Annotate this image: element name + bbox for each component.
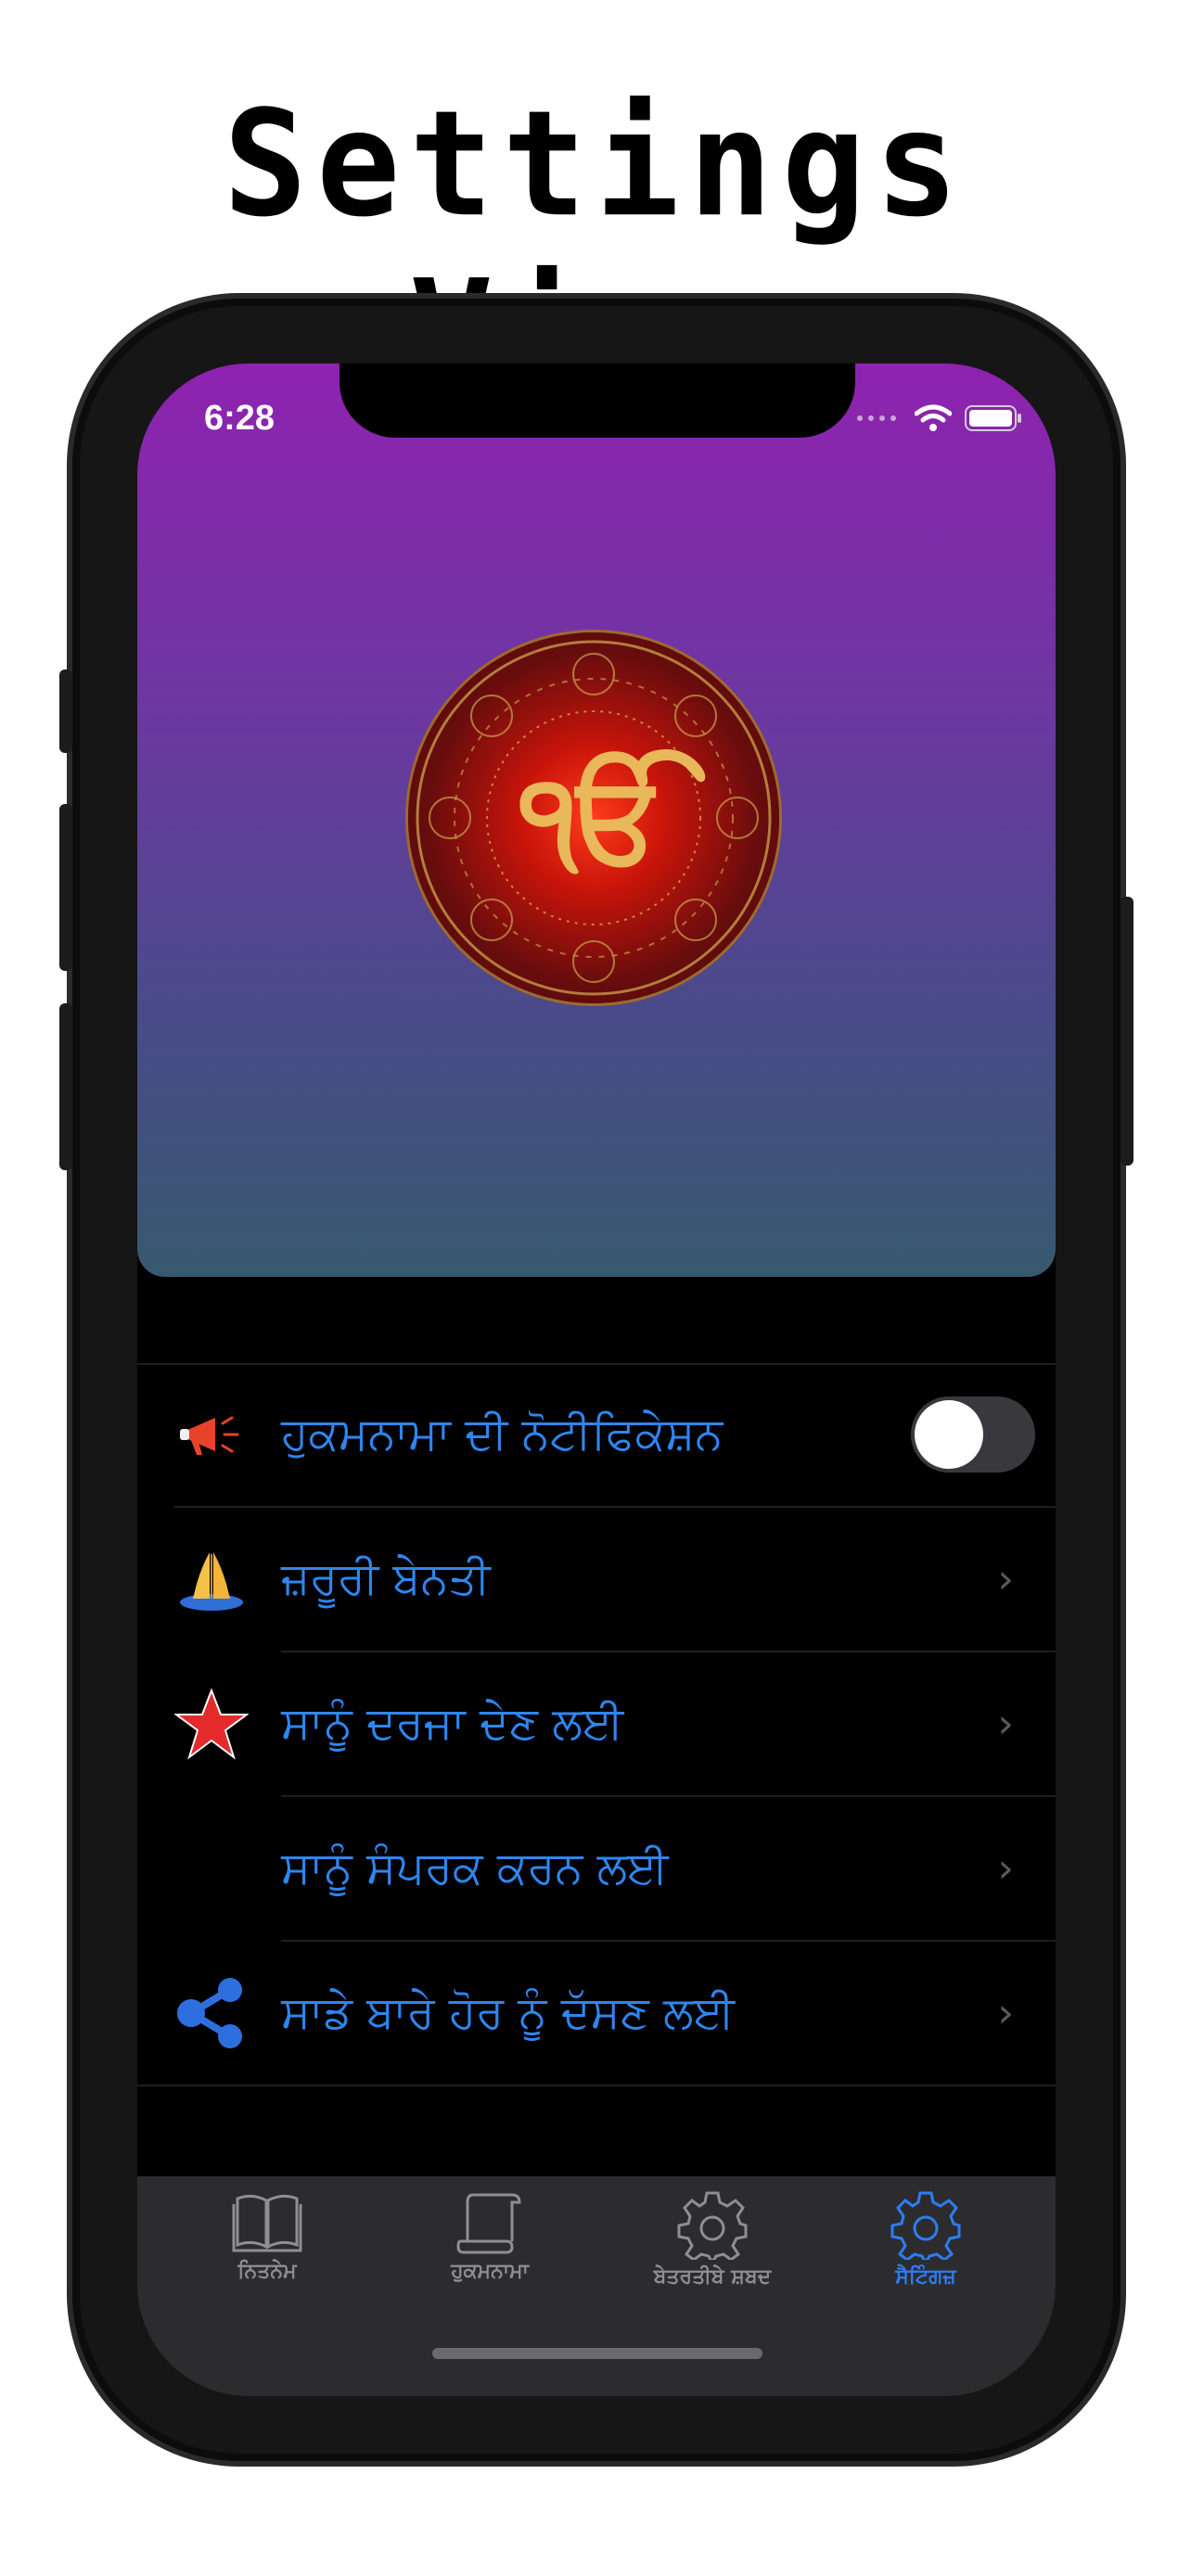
ik-onkar-logo: ੴ xyxy=(408,632,779,1003)
hero-banner: ੴ xyxy=(137,363,1056,1277)
setting-row-contact[interactable]: ਸਾਨੂੰ ਸੰਪਰਕ ਕਰਨ ਲਈ › xyxy=(137,1797,1056,1940)
ik-onkar-symbol: ੴ xyxy=(519,746,668,888)
tab-hukamnama[interactable]: ਹੁਕਮਨਾਮਾ xyxy=(397,2189,583,2283)
star-icon xyxy=(174,1687,249,1761)
setting-label-share: ਸਾਡੇ ਬਾਰੇ ਹੋਰ ਨੂੰ ਦੱਸਣ ਲਈ xyxy=(281,1986,736,2039)
chevron-right-icon: › xyxy=(997,1555,1014,1603)
chevron-right-icon: › xyxy=(997,1844,1014,1893)
notch xyxy=(339,363,855,438)
volume-up-button xyxy=(59,804,72,971)
share-icon xyxy=(174,1976,249,2050)
tab-random-shabad[interactable]: ਬੇਤਰਤੀਬੇ ਸ਼ਬਦ xyxy=(620,2189,805,2289)
setting-label-rate: ਸਾਨੂੰ ਦਰਜਾ ਦੇਣ ਲਈ xyxy=(281,1697,624,1750)
setting-row-notification: ਹੁਕਮਨਾਮਾ ਦੀ ਨੋਟੀਫਿਕੇਸ਼ਨ xyxy=(137,1363,1056,1506)
volume-down-button xyxy=(59,1003,72,1170)
phone-frame: ੴ 6:28 ਹੁਕਮਨਾਮਾ ਦੀ ਨੋਟੀਫਿਕੇਸ਼ਨ ਜ਼ਰੂਰੀ ਬੇ… xyxy=(59,299,1133,2461)
scroll-icon xyxy=(456,2193,521,2254)
book-icon xyxy=(232,2194,302,2252)
megaphone-icon xyxy=(174,1397,249,1472)
settings-list: ਹੁਕਮਨਾਮਾ ਦੀ ਨੋਟੀਫਿਕੇਸ਼ਨ ਜ਼ਰੂਰੀ ਬੇਨਤੀ › ਸ… xyxy=(137,1363,1056,2086)
phone-screen: ੴ 6:28 ਹੁਕਮਨਾਮਾ ਦੀ ਨੋਟੀਫਿਕੇਸ਼ਨ ਜ਼ਰੂਰੀ ਬੇ… xyxy=(137,363,1056,2396)
setting-row-rate[interactable]: ਸਾਨੂੰ ਦਰਜਾ ਦੇਣ ਲਈ › xyxy=(137,1652,1056,1795)
tab-label-hukamnama: ਹੁਕਮਨਾਮਾ xyxy=(451,2260,529,2283)
setting-label-contact: ਸਾਨੂੰ ਸੰਪਰਕ ਕਰਨ ਲਈ xyxy=(281,1842,669,1894)
cellular-signal-icon xyxy=(857,415,896,421)
divider xyxy=(137,2085,1056,2086)
chevron-right-icon: › xyxy=(997,1700,1014,1748)
setting-row-share[interactable]: ਸਾਡੇ ਬਾਰੇ ਹੋਰ ਨੂੰ ਦੱਸਣ ਲਈ › xyxy=(137,1942,1056,2085)
chevron-right-icon: › xyxy=(997,1989,1014,2037)
mute-switch xyxy=(59,670,72,753)
tab-label-settings: ਸੈਟਿੰਗਜ਼ xyxy=(895,2265,956,2289)
tab-label-nitnem: ਨਿਤਨੇਮ xyxy=(237,2260,297,2283)
home-indicator[interactable] xyxy=(432,2348,762,2359)
toggle-knob xyxy=(915,1400,983,1469)
setting-label-notification: ਹੁਕਮਨਾਮਾ ਦੀ ਨੋਟੀਫਿਕੇਸ਼ਨ xyxy=(281,1408,724,1460)
power-button xyxy=(1121,897,1133,1166)
wifi-icon xyxy=(915,404,952,431)
tab-bar: ਨਿਤਨੇਮ ਹੁਕਮਨਾਮਾ ਬੇਤਰਤੀਬੇ ਸ਼ਬਦ ਸੈਟਿੰਗਜ਼ xyxy=(137,2176,1056,2396)
tab-settings[interactable]: ਸੈਟਿੰਗਜ਼ xyxy=(833,2189,1018,2289)
praying-hands-icon xyxy=(174,1542,249,1616)
status-time: 6:28 xyxy=(204,399,275,438)
tab-nitnem[interactable]: ਨਿਤਨੇਮ xyxy=(174,2189,360,2283)
setting-label-request: ਜ਼ਰੂਰੀ ਬੇਨਤੀ xyxy=(281,1552,491,1605)
notification-toggle[interactable] xyxy=(911,1396,1035,1473)
tab-label-random-shabad: ਬੇਤਰਤੀਬੇ ਸ਼ਬਦ xyxy=(653,2265,772,2289)
gear-icon xyxy=(677,2191,748,2260)
setting-row-request[interactable]: ਜ਼ਰੂਰੀ ਬੇਨਤੀ › xyxy=(137,1508,1056,1651)
battery-icon xyxy=(965,405,1021,431)
gear-icon xyxy=(890,2191,961,2260)
status-icons xyxy=(855,404,1022,432)
